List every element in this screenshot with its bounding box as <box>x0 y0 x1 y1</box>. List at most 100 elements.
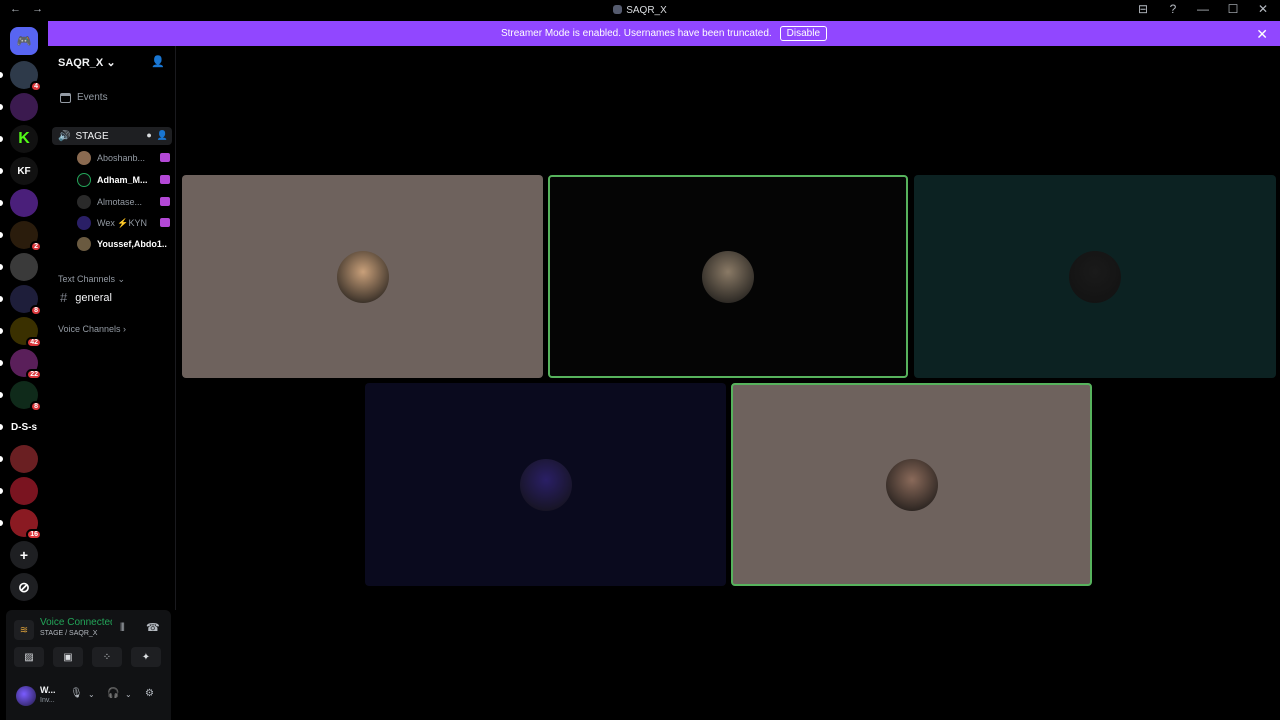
mention-badge: 4 <box>30 81 42 92</box>
hash-icon: # <box>60 290 68 305</box>
unread-indicator <box>0 136 3 142</box>
title-bar: ← → SAQR_X ⊟ ? — ☐ ✕ <box>0 0 1280 21</box>
voice-connected-status[interactable]: Voice Connected <box>40 617 112 628</box>
stage-member[interactable]: Youssef,Abdo1... <box>77 235 170 253</box>
server-icon <box>613 5 623 14</box>
server-icon[interactable]: D-S-s <box>0 413 38 441</box>
noise-suppression-icon[interactable]: ⦀ <box>120 622 125 635</box>
server-label: + <box>19 547 29 563</box>
voice-channels-category[interactable]: Voice Channels › <box>58 324 126 334</box>
stage-channel-name: STAGE <box>75 130 109 142</box>
events-item[interactable]: Events <box>60 92 108 103</box>
server-icon[interactable]: 8 <box>0 381 42 412</box>
stage-member[interactable]: Almotase... <box>77 193 170 211</box>
streaming-icon <box>160 153 170 162</box>
member-name: Adham_M... <box>97 175 148 185</box>
add-server-icon[interactable]: + <box>10 541 38 569</box>
avatar <box>1069 250 1121 303</box>
server-label: D-S-s <box>10 421 38 433</box>
unread-indicator <box>0 200 3 206</box>
server-icon[interactable]: 42 <box>0 317 42 348</box>
avatar[interactable] <box>16 686 36 706</box>
invite-people-icon[interactable]: 👤 <box>151 55 165 68</box>
soundboard-button[interactable]: ✦ <box>131 647 161 667</box>
server-label: K <box>18 130 30 147</box>
disconnect-icon[interactable]: ☎ <box>146 621 160 634</box>
mention-badge: 8 <box>30 305 42 316</box>
settings-icon[interactable]: ⚙ <box>145 688 154 699</box>
close-banner-icon[interactable]: ✕ <box>1256 26 1268 43</box>
unread-indicator <box>0 104 3 110</box>
discord-logo-icon: 🎮 <box>16 34 32 48</box>
avatar <box>702 250 754 303</box>
server-label: KF <box>17 165 31 177</box>
unread-indicator <box>0 328 3 334</box>
headset-chevron-icon[interactable]: ⌄ <box>125 690 132 699</box>
voice-location[interactable]: STAGE / SAQR_X <box>40 630 97 637</box>
disable-button[interactable]: Disable <box>779 26 828 41</box>
unread-indicator <box>0 168 3 174</box>
avatar <box>77 237 91 251</box>
screen-share-button[interactable]: ▣ <box>53 647 83 667</box>
server-icon[interactable] <box>0 253 38 281</box>
participant-tile[interactable] <box>731 383 1092 586</box>
discover-icon[interactable]: ⊘ <box>10 573 38 601</box>
unread-indicator <box>0 232 3 238</box>
headset-icon[interactable]: 🎧 <box>107 688 119 699</box>
participant-tile[interactable] <box>365 383 726 586</box>
chat-bubble-icon[interactable]: ● <box>146 130 151 141</box>
mention-badge: 42 <box>26 337 42 348</box>
stage-member[interactable]: Aboshanb... <box>77 149 170 167</box>
server-icon[interactable]: 8 <box>0 285 42 316</box>
stage-member[interactable]: Adham_M... <box>77 171 170 189</box>
text-channels-category[interactable]: Text Channels ⌄ <box>58 274 125 285</box>
window-title: SAQR_X <box>0 5 1280 16</box>
add-member-icon[interactable]: 👤 <box>157 130 168 141</box>
help-icon[interactable]: ? <box>1166 2 1180 16</box>
participant-tile[interactable] <box>914 175 1276 378</box>
discord-home-icon[interactable]: 🎮 <box>10 27 38 55</box>
inbox-icon[interactable]: ⊟ <box>1136 2 1150 16</box>
mention-badge: 22 <box>26 369 42 380</box>
server-icon[interactable] <box>0 189 38 217</box>
activities-button[interactable]: ⁘ <box>92 647 122 667</box>
server-icon[interactable]: 16 <box>0 509 42 540</box>
stage-member[interactable]: Wex ⚡ΚΥΝ <box>77 214 170 232</box>
avatar <box>77 195 91 209</box>
minimize-button[interactable]: — <box>1196 2 1210 16</box>
server-name: SAQR_X <box>58 57 104 69</box>
server-icon[interactable] <box>0 477 38 505</box>
server-icon[interactable] <box>0 93 38 121</box>
server-icon[interactable]: KF <box>0 157 38 185</box>
member-name: Wex ⚡ΚΥΝ <box>97 217 148 228</box>
participant-tile[interactable] <box>548 175 908 378</box>
server-icon[interactable]: 4 <box>0 61 42 92</box>
stage-channel[interactable]: 🔊 STAGE ● 👤 <box>52 127 172 145</box>
mic-chevron-icon[interactable]: ⌄ <box>88 690 95 699</box>
server-icon[interactable] <box>0 445 38 473</box>
unread-indicator <box>0 392 3 398</box>
mention-badge: 8 <box>30 401 42 412</box>
unread-indicator <box>0 520 3 526</box>
member-name: Aboshanb... <box>97 153 146 163</box>
server-icon[interactable]: K <box>0 125 38 153</box>
microphone-icon[interactable]: 🎙 <box>70 688 83 699</box>
maximize-button[interactable]: ☐ <box>1226 2 1240 16</box>
streaming-icon <box>160 218 170 227</box>
stage-area <box>176 46 1280 720</box>
server-name-header[interactable]: SAQR_X ⌄ <box>58 56 116 69</box>
chevron-down-icon: ⌄ <box>106 57 116 69</box>
server-icon[interactable]: 22 <box>0 349 42 380</box>
channel-general[interactable]: # general <box>60 290 112 305</box>
avatar <box>77 216 91 230</box>
camera-off-button[interactable]: ▨ <box>14 647 44 667</box>
signal-icon: ≋ <box>14 620 34 640</box>
server-icon[interactable]: 2 <box>0 221 42 252</box>
participant-tile[interactable] <box>182 175 543 378</box>
unread-indicator <box>0 360 3 366</box>
unread-indicator <box>0 296 3 302</box>
mention-badge: 16 <box>26 529 42 540</box>
unread-indicator <box>0 456 3 462</box>
close-window-button[interactable]: ✕ <box>1256 2 1270 16</box>
mention-badge: 2 <box>30 241 42 252</box>
